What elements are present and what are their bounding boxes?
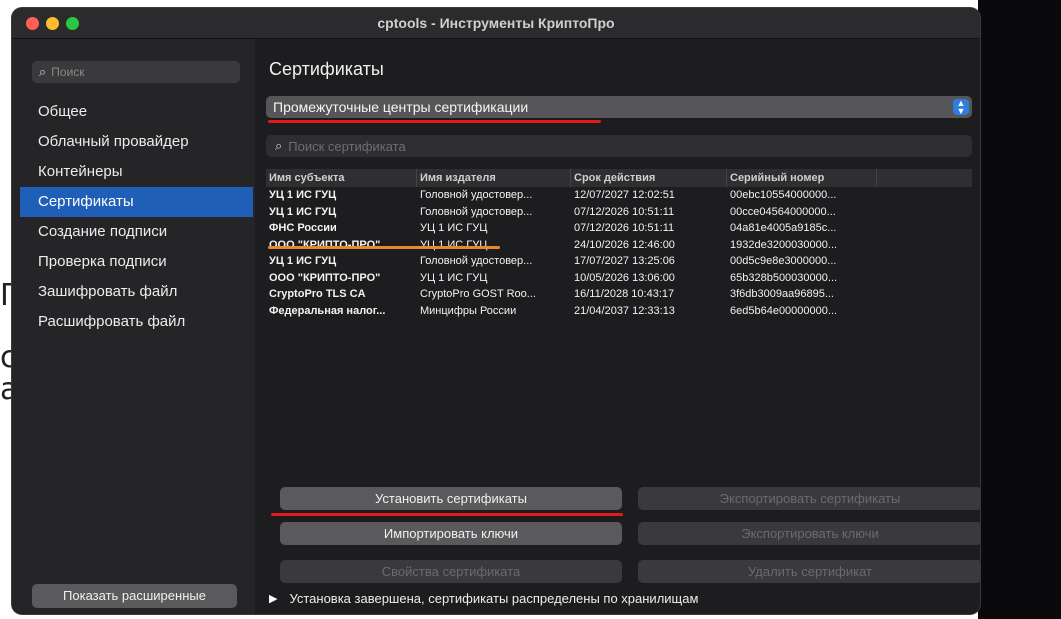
cell-serial: 00d5c9e8e3000000... <box>730 255 837 267</box>
sidebar-search-placeholder: Поиск <box>51 65 85 79</box>
table-row[interactable]: Федеральная налог... Минцифры России 21/… <box>266 303 972 320</box>
status-text: Установка завершена, сертификаты распред… <box>289 591 699 606</box>
cell-validity: 10/05/2026 13:06:00 <box>574 271 675 284</box>
sidebar-item-containers[interactable]: Контейнеры <box>20 157 253 187</box>
cell-issuer: УЦ 1 ИС ГУЦ <box>420 238 488 251</box>
cell-validity: 07/12/2026 10:51:11 <box>574 205 675 218</box>
sidebar: ⌕ Поиск Общее Облачный провайдер Контейн… <box>12 39 255 614</box>
cell-serial: 00ebc10554000000... <box>730 189 837 201</box>
cell-issuer: CryptoPro GOST Roo... <box>420 288 536 300</box>
sidebar-item-general[interactable]: Общее <box>20 97 253 127</box>
cell-serial: 3f6db3009aa96895... <box>730 288 834 300</box>
table-row[interactable]: ООО "КРИПТО-ПРО" УЦ 1 ИС ГУЦ 10/05/2026 … <box>266 270 972 287</box>
cell-issuer: УЦ 1 ИС ГУЦ <box>420 271 488 284</box>
certificate-search-input[interactable]: ⌕ Поиск сертификата <box>266 135 972 157</box>
cell-issuer: Минцифры России <box>420 304 517 317</box>
cell-subject: УЦ 1 ИС ГУЦ <box>269 205 337 218</box>
cell-serial: 65b328b500030000... <box>730 271 838 284</box>
cell-issuer: Головной удостовер... <box>420 255 533 267</box>
annotation-underline-orange <box>268 246 500 249</box>
window-title: cptools - Инструменты КриптоПро <box>377 15 615 31</box>
sidebar-item-create-signature[interactable]: Создание подписи <box>20 217 253 247</box>
annotation-underline-red <box>271 513 623 516</box>
cell-subject: Федеральная налог... <box>269 304 386 317</box>
status-bar: ▶ Установка завершена, сертификаты распр… <box>269 591 698 606</box>
background-dark-area <box>978 0 1061 619</box>
title-bar: cptools - Инструменты КриптоПро <box>12 8 980 39</box>
sidebar-item-verify-signature[interactable]: Проверка подписи <box>20 247 253 277</box>
cell-serial: 00cce04564000000... <box>730 205 836 218</box>
import-keys-button[interactable]: Импортировать ключи <box>280 522 622 545</box>
cell-serial: 04a81e4005a9185c... <box>730 222 837 234</box>
cell-issuer: Головной удостовер... <box>420 205 533 218</box>
table-row[interactable]: УЦ 1 ИС ГУЦ Головной удостовер... 12/07/… <box>266 187 972 204</box>
certificate-store-select[interactable]: Промежуточные центры сертификации ▲ ▼ <box>266 96 972 118</box>
cell-subject: ООО "КРИПТО-ПРО" <box>269 238 381 251</box>
column-header-issuer[interactable]: Имя издателя <box>417 169 571 187</box>
cell-subject: ФНС России <box>269 222 337 234</box>
install-certificates-button[interactable]: Установить сертификаты <box>280 487 622 510</box>
cell-issuer: УЦ 1 ИС ГУЦ <box>420 222 488 234</box>
cell-subject: CryptoPro TLS CA <box>269 288 366 300</box>
sidebar-item-encrypt-file[interactable]: Зашифровать файл <box>20 277 253 307</box>
certificates-table: Имя субъекта Имя издателя Срок действия … <box>266 169 972 489</box>
search-icon: ⌕ <box>275 138 283 153</box>
cell-serial: 6ed5b64e00000000... <box>730 304 838 317</box>
table-header: Имя субъекта Имя издателя Срок действия … <box>266 169 972 187</box>
sidebar-item-cloud-provider[interactable]: Облачный провайдер <box>20 127 253 157</box>
annotation-underline-red <box>268 120 601 123</box>
certificate-store-selected: Промежуточные центры сертификации <box>273 99 529 115</box>
sidebar-nav: Общее Облачный провайдер Контейнеры Серт… <box>20 97 253 337</box>
table-row[interactable]: ООО "КРИПТО-ПРО" УЦ 1 ИС ГУЦ 24/10/2026 … <box>266 237 972 254</box>
sidebar-item-decrypt-file[interactable]: Расшифровать файл <box>20 307 253 337</box>
chevron-up-down-icon: ▲ ▼ <box>953 99 969 116</box>
cell-validity: 12/07/2027 12:02:51 <box>574 189 675 201</box>
search-icon: ⌕ <box>39 64 47 79</box>
cell-subject: ООО "КРИПТО-ПРО" <box>269 271 381 284</box>
cell-subject: УЦ 1 ИС ГУЦ <box>269 255 337 267</box>
table-row[interactable]: УЦ 1 ИС ГУЦ Головной удостовер... 17/07/… <box>266 253 972 270</box>
cell-issuer: Головной удостовер... <box>420 189 533 201</box>
table-row[interactable]: УЦ 1 ИС ГУЦ Головной удостовер... 07/12/… <box>266 204 972 221</box>
cell-subject: УЦ 1 ИС ГУЦ <box>269 189 337 201</box>
cell-validity: 07/12/2026 10:51:11 <box>574 222 675 234</box>
column-header-subject[interactable]: Имя субъекта <box>266 169 417 187</box>
sidebar-search-input[interactable]: ⌕ Поиск <box>32 61 240 83</box>
export-certificates-button[interactable]: Экспортировать сертификаты <box>638 487 980 510</box>
main-panel: Сертификаты Промежуточные центры сертифи… <box>256 39 980 614</box>
page-title: Сертификаты <box>269 59 384 79</box>
column-header-serial[interactable]: Серийный номер <box>727 169 877 187</box>
table-row[interactable]: ФНС России УЦ 1 ИС ГУЦ 07/12/2026 10:51:… <box>266 220 972 237</box>
app-window: cptools - Инструменты КриптоПро ⌕ Поиск … <box>12 8 980 614</box>
column-header-empty <box>877 169 972 187</box>
delete-certificate-button[interactable]: Удалить сертификат <box>638 560 980 583</box>
table-row[interactable]: CryptoPro TLS CA CryptoPro GOST Roo... 1… <box>266 286 972 303</box>
cell-validity: 17/07/2027 13:25:06 <box>574 255 675 267</box>
disclosure-triangle-icon[interactable]: ▶ <box>269 592 277 605</box>
sidebar-item-certificates[interactable]: Сертификаты <box>20 187 253 217</box>
export-keys-button[interactable]: Экспортировать ключи <box>638 522 980 545</box>
show-advanced-button[interactable]: Показать расширенные <box>32 584 237 608</box>
certificate-properties-button[interactable]: Свойства сертификата <box>280 560 622 583</box>
cell-validity: 16/11/2028 10:43:17 <box>574 288 675 300</box>
cell-validity: 21/04/2037 12:33:13 <box>574 304 675 317</box>
certificate-search-placeholder: Поиск сертификата <box>288 138 406 154</box>
column-header-validity[interactable]: Срок действия <box>571 169 727 187</box>
cell-validity: 24/10/2026 12:46:00 <box>574 238 675 251</box>
cell-serial: 1932de3200030000... <box>730 238 838 251</box>
